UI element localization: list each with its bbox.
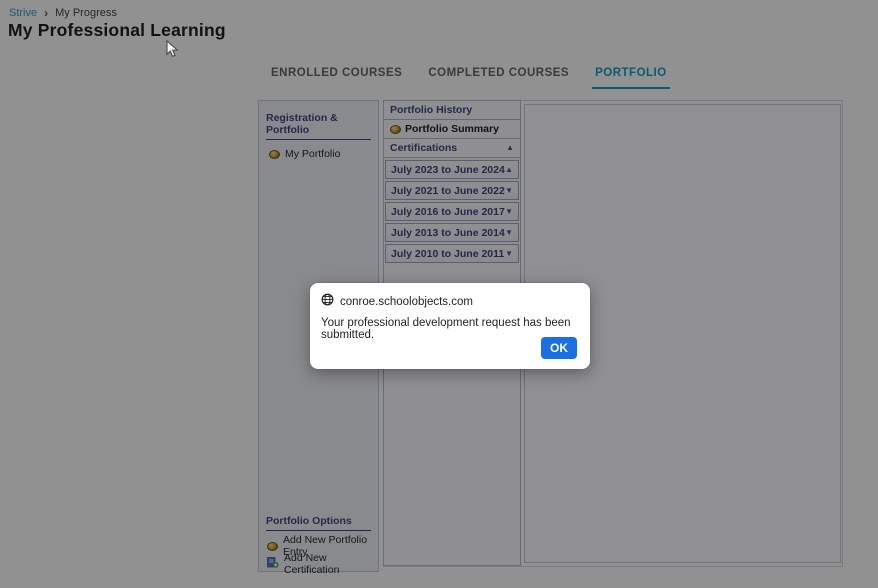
- alert-dialog-domain: conroe.schoolobjects.com: [340, 296, 473, 308]
- alert-dialog-header: conroe.schoolobjects.com: [321, 293, 473, 311]
- alert-dialog: conroe.schoolobjects.com Your profession…: [310, 283, 590, 369]
- globe-icon: [321, 293, 334, 311]
- ok-button[interactable]: OK: [541, 337, 577, 359]
